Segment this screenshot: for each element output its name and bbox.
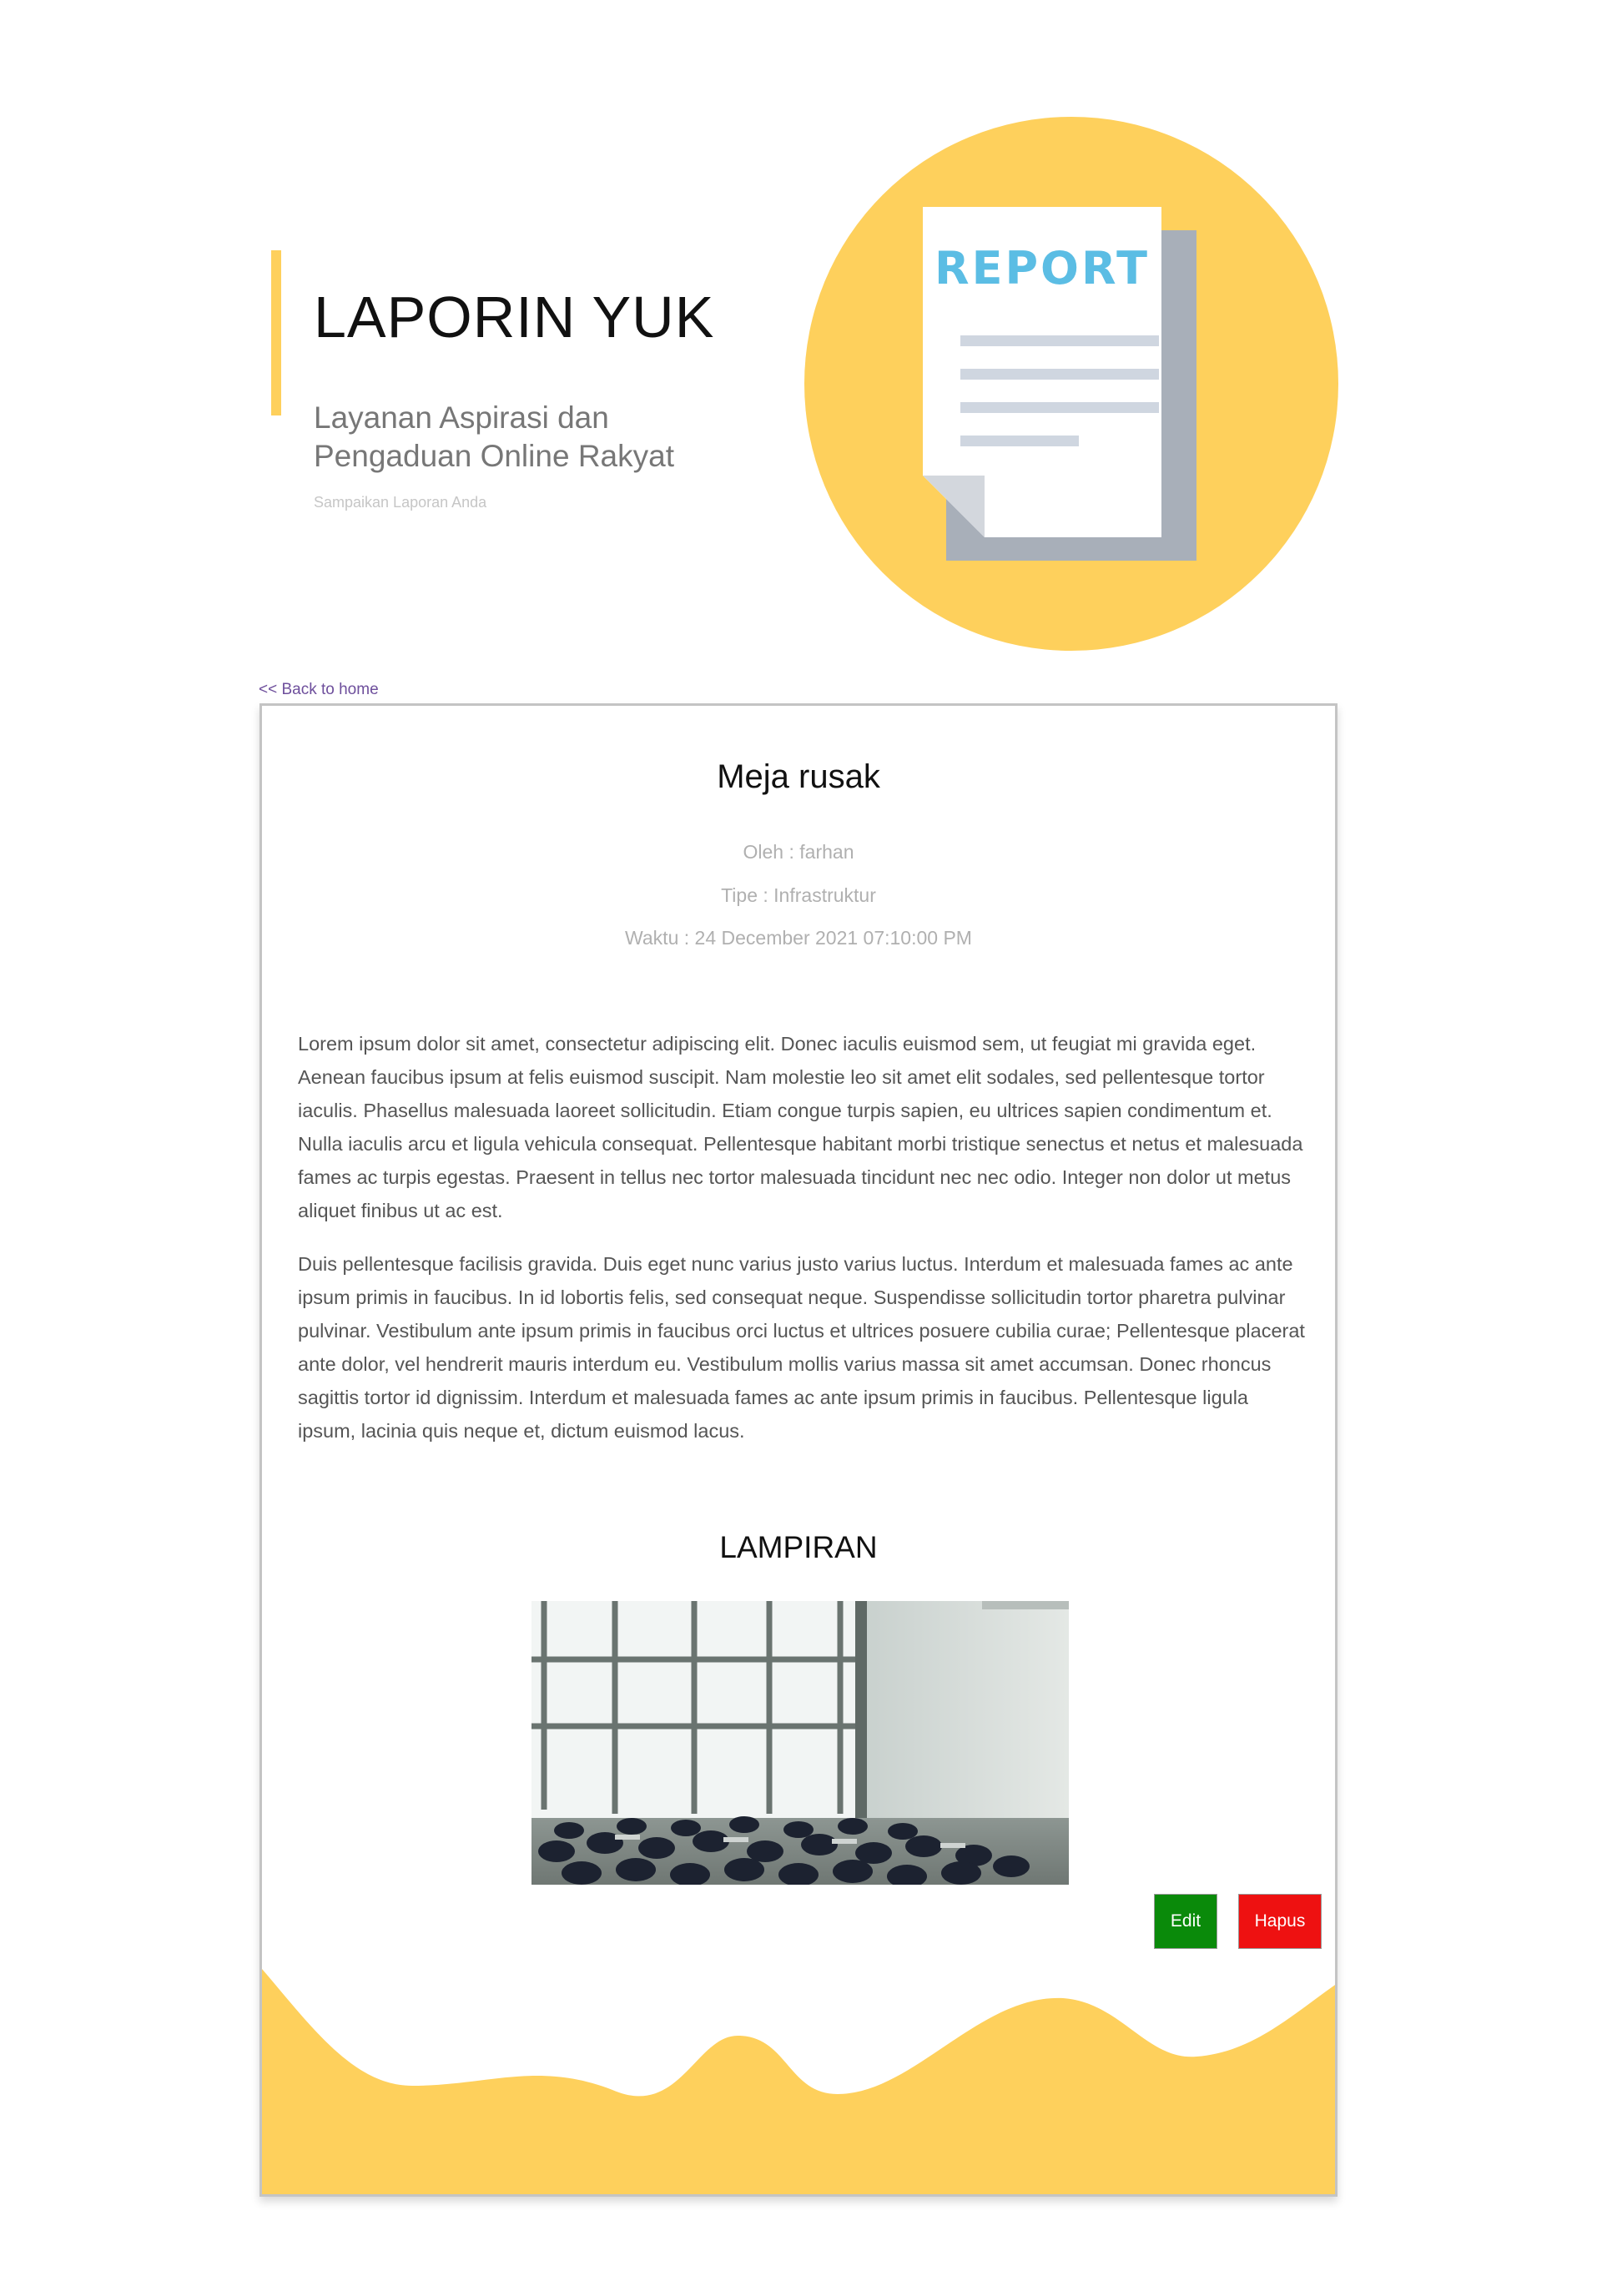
report-paragraph: Duis pellentesque facilisis gravida. Dui… <box>298 1253 1305 1442</box>
report-author: Oleh : farhan <box>743 841 854 863</box>
report-illustration: REPORT <box>804 117 1338 651</box>
back-to-home-link[interactable]: << Back to home <box>259 681 379 699</box>
site-title: LAPORIN YUK <box>314 284 715 350</box>
edit-button[interactable]: Edit <box>1154 1894 1217 1949</box>
report-illustration-label: REPORT <box>934 242 1150 295</box>
report-time: Waktu : 24 December 2021 07:10:00 PM <box>625 927 972 949</box>
attachment-heading: LAMPIRAN <box>719 1530 878 1564</box>
decorative-wave <box>262 1969 1335 2194</box>
delete-button[interactable]: Hapus <box>1238 1894 1322 1949</box>
attachment-image[interactable] <box>531 1601 1069 1885</box>
report-title: Meja rusak <box>717 758 880 795</box>
report-type: Tipe : Infrastruktur <box>721 884 876 906</box>
report-card: Meja rusak Oleh : farhan Tipe : Infrastr… <box>259 703 1338 2197</box>
site-tagline: Sampaikan Laporan Anda <box>314 494 487 511</box>
hero-accent-bar <box>271 250 281 415</box>
report-paragraph: Lorem ipsum dolor sit amet, consectetur … <box>298 1033 1303 1221</box>
site-subtitle: Layanan Aspirasi dan Pengaduan Online Ra… <box>314 400 674 473</box>
